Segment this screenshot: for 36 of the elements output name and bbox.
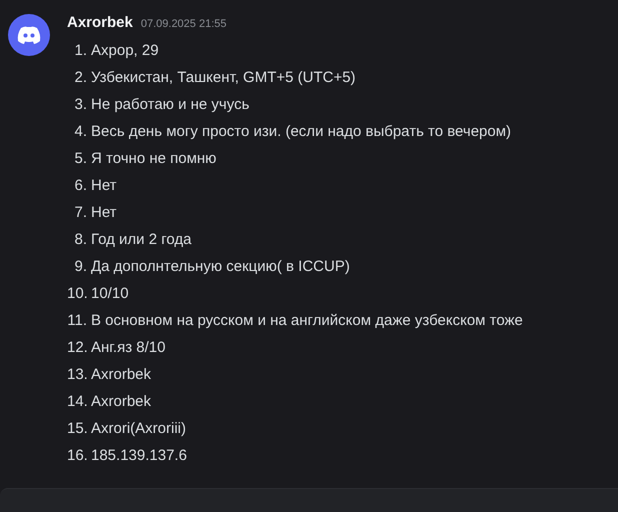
list-number: 6. [73,177,87,194]
list-number: 12. [67,339,87,356]
list-item-text: Узбекистан, Ташкент, GMT+5 (UTC+5) [91,69,356,86]
list-item-text: Год или 2 года [91,231,192,248]
list-number: 11. [67,312,87,329]
list-number: 16. [67,447,87,464]
list-number: 3. [73,96,87,113]
list-number: 9. [73,258,87,275]
logo-icon [17,26,41,44]
list-number: 13. [67,366,87,383]
list-item-text: Axrorbek [91,366,152,383]
list-item-text: Нет [91,204,117,221]
list-number: 8. [73,231,87,248]
list-item-text: Я точно не помню [91,150,216,167]
list-item-text: Да дополнтельную секцию( в ICCUP) [91,258,350,275]
list-item-text: Не работаю и не учусь [91,96,250,113]
list-number: 15. [67,420,87,437]
list-number: 5. [73,150,87,167]
list-number: 4. [73,123,87,140]
list-item-text: Axrori(Axroriii) [91,420,186,437]
list-item-text: Axrorbek [91,393,152,410]
list-item-text: 10/10 [91,285,129,302]
list-item-text: 185.139.137.6 [91,447,187,464]
avatar[interactable] [8,14,50,56]
message-timestamp: 07.09.2025 21:55 [140,18,226,30]
list-number: 14. [67,393,87,410]
list-item-text: Ахрор, 29 [91,42,159,59]
list-item-text: В основном на русском и на английском даже узбекском тоже [91,312,523,329]
author-name[interactable]: Axrorbek [67,14,133,31]
list-number: 2. [73,69,87,86]
list-item-text: Нет [91,177,117,194]
list-number: 1. [73,42,87,59]
list-number: 10. [67,285,87,302]
list-number: 7. [73,204,87,221]
list-item-text: Весь день могу просто изи. (если надо выбрать то вечером) [91,123,512,140]
list-item-text: Анг.яз 8/10 [91,339,166,356]
